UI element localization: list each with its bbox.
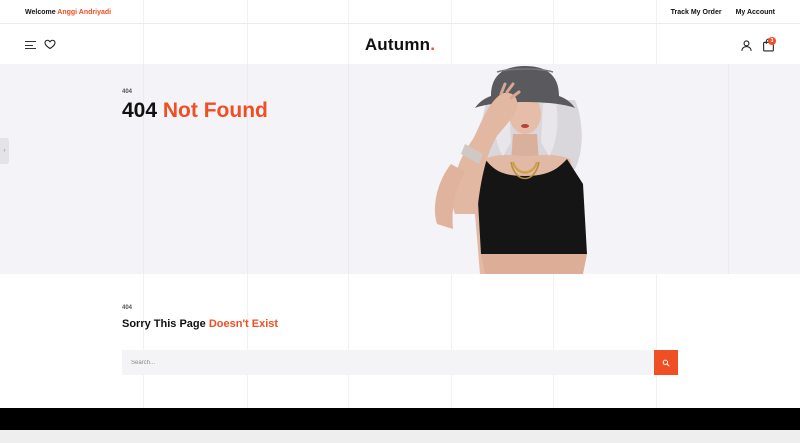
cart-count-badge: 3	[768, 37, 776, 45]
logo-text: Autumn	[364, 35, 431, 54]
hero-title: 404 Not Found	[122, 99, 268, 123]
user-name[interactable]: Anggi Andriyadi	[57, 9, 111, 16]
error-title: Sorry This Page Doesn't Exist	[122, 318, 278, 330]
search-icon	[662, 359, 670, 367]
grid-line	[348, 64, 349, 274]
footer-bottom-strip	[0, 430, 800, 443]
welcome-text: Welcome	[25, 9, 56, 16]
track-order-link[interactable]: Track My Order	[671, 9, 722, 16]
error-small-label: 404	[122, 305, 133, 311]
hero-title-accent: Not Found	[162, 99, 268, 122]
hero-small-label: 404	[122, 89, 133, 95]
search-form	[122, 350, 678, 375]
error-title-main: Sorry This Page	[122, 318, 206, 330]
hero-model-image	[434, 66, 587, 274]
site-header: Autumn. 3	[0, 24, 800, 64]
welcome-message: Welcome Anggi Andriyadi	[25, 9, 111, 16]
side-panel-toggle[interactable]: ›	[0, 138, 9, 164]
footer	[0, 408, 800, 430]
hero-title-main: 404	[122, 99, 158, 122]
logo-dot: .	[430, 35, 436, 54]
top-bar: Welcome Anggi Andriyadi Track My Order M…	[0, 0, 800, 24]
grid-line	[728, 64, 729, 274]
grid-line	[247, 64, 248, 274]
grid-line	[143, 64, 144, 274]
search-button[interactable]	[654, 350, 678, 375]
my-account-link[interactable]: My Account	[736, 9, 775, 16]
site-logo[interactable]: Autumn.	[0, 35, 800, 55]
error-title-accent: Doesn't Exist	[208, 318, 279, 330]
user-icon[interactable]	[740, 39, 753, 52]
search-input[interactable]	[122, 350, 654, 375]
hero-banner	[0, 64, 800, 274]
top-links: Track My Order My Account	[671, 9, 775, 16]
